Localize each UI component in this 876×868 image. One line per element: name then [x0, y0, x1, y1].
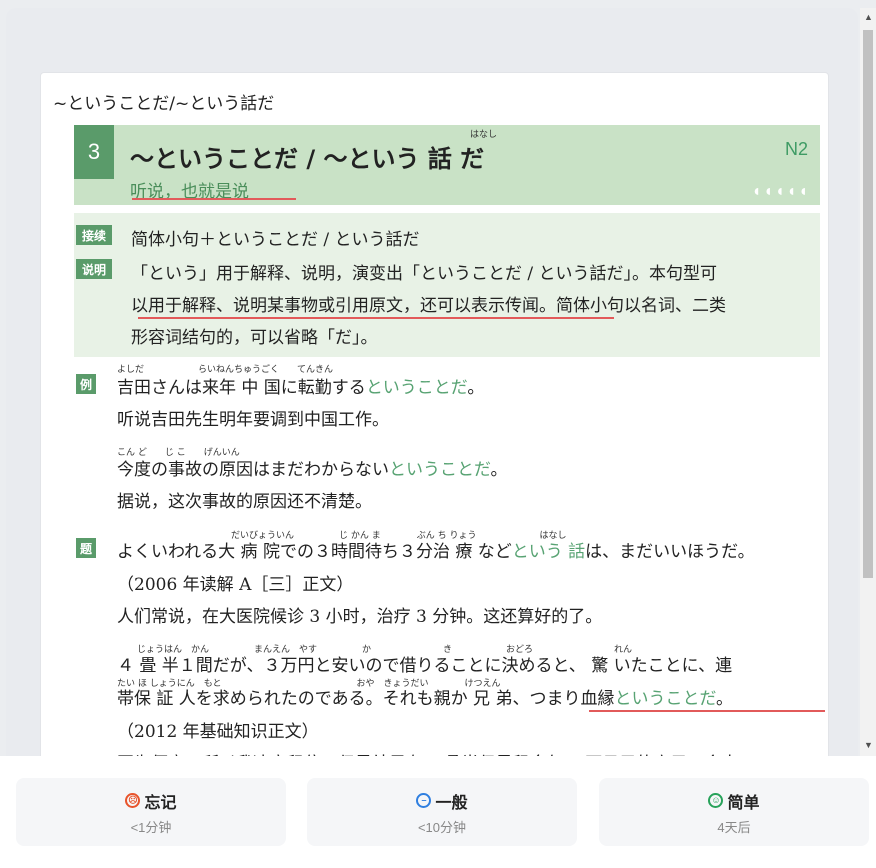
explanation-line-3: 形容词结句的，可以省略「だ」。 — [131, 328, 378, 348]
card-title: ~ということだ/~という話だ — [53, 94, 275, 114]
question-1-source: （2006 年读解 A［三］正文） — [117, 575, 354, 595]
jlpt-level: N2 — [784, 139, 808, 159]
question-1-jp: よくいわれる大 病 院での３時間待ち３分治 療 などという 話は、まだいいほうだ… — [117, 542, 755, 562]
easy-interval: 4天后 — [717, 819, 751, 835]
flashcard: ~ということだ/~という話だ 3 はなし ～ということだ / ～という 話 だ … — [40, 72, 829, 764]
grammar-header: 3 はなし ～ということだ / ～という 話 だ N2 听说，也就是说 ◖◖◖◖… — [74, 125, 820, 205]
question-2-line-1: ４ 畳 半１間だが、３万円と安いので借りることに決めると、 驚 いたことに、連 — [117, 656, 733, 676]
example-1-jp: 吉田さんは来年 中 国に転勤するということだ。 — [117, 378, 485, 398]
connection-text: 简体小句＋ということだ / という話だ — [131, 230, 420, 250]
tag-explanation: 说明 — [76, 259, 112, 279]
info-box: 接续 简体小句＋ということだ / という話だ 说明 「という」用于解释、说明，演… — [74, 213, 820, 357]
grammar-number: 3 — [74, 125, 114, 179]
normal-button[interactable]: – 一般 <10分钟 — [307, 778, 577, 846]
example-2-cn: 据说，这次事故的原因还不清楚。 — [117, 492, 372, 512]
neutral-face-icon: – — [416, 793, 432, 808]
explanation-underline — [138, 317, 614, 319]
question-2-source: （2012 年基础知识正文） — [117, 722, 319, 742]
scrollbar-thumb[interactable] — [863, 30, 873, 578]
forget-button[interactable]: ☹ 忘记 <1分钟 — [16, 778, 286, 846]
answer-bar: ☹ 忘记 <1分钟 – 一般 <10分钟 ☺ 简单 4天后 — [0, 756, 876, 868]
scroll-down-arrow-icon[interactable]: ▼ — [864, 740, 873, 750]
question-2-underline — [589, 710, 825, 712]
grammar-title: ～ということだ / ～という 話 だ — [130, 145, 485, 173]
smile-face-icon: ☺ — [708, 793, 724, 808]
sad-face-icon: ☹ — [125, 793, 141, 808]
tag-question: 题 — [76, 538, 96, 558]
explanation-line-1: 「という」用于解释、说明，演变出「ということだ / という話だ」。本句型可 — [131, 264, 718, 284]
tag-connection: 接续 — [76, 225, 112, 245]
scroll-up-arrow-icon[interactable]: ▲ — [864, 12, 873, 22]
tag-example: 例 — [76, 374, 96, 394]
normal-interval: <10分钟 — [417, 819, 467, 835]
easy-label: 简单 — [727, 794, 760, 812]
leaf-rating-icons: ◖◖◖◖◖ — [751, 183, 810, 200]
example-1-cn: 听说吉田先生明年要调到中国工作。 — [117, 410, 389, 430]
meaning-underline — [132, 198, 296, 200]
forget-label: 忘记 — [144, 794, 177, 812]
question-1-cn: 人们常说，在大医院候诊 3 小时，治疗 3 分钟。这还算好的了。 — [117, 607, 603, 627]
normal-label: 一般 — [435, 794, 468, 812]
easy-button[interactable]: ☺ 简单 4天后 — [599, 778, 869, 846]
forget-interval: <1分钟 — [130, 819, 172, 835]
question-2-line-2: 帯保 証 人を求められたのである。それも親か 兄 弟、つまり血縁ということだ。 — [117, 689, 733, 709]
scrollbar[interactable]: ▲ ▼ — [860, 8, 876, 756]
explanation-line-2: 以用于解释、说明某事物或引用原文，还可以表示传闻。简体小句以名词、二类 — [131, 296, 726, 316]
example-2-jp: 今度の事故の原因はまだわからないということだ。 — [117, 460, 508, 480]
